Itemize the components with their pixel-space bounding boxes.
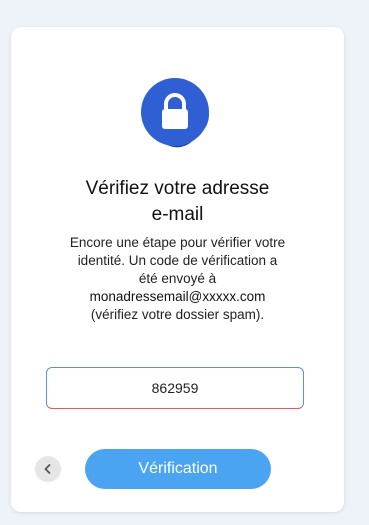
chevron-left-icon bbox=[44, 464, 51, 474]
description-line-3: été envoyé à bbox=[138, 271, 217, 286]
lock-icon bbox=[141, 78, 209, 148]
verification-description: Encore une étape pour vérifier votre ide… bbox=[31, 234, 324, 324]
verification-code-input[interactable] bbox=[46, 367, 304, 409]
description-line-2: identité. Un code de vérification a bbox=[77, 253, 278, 268]
verification-card: Vérifiez votre adresse e-mail Encore une… bbox=[11, 27, 344, 512]
title-line-2: e-mail bbox=[151, 204, 204, 225]
page-title: Vérifiez votre adresse e-mail bbox=[11, 176, 344, 228]
title-line-1: Vérifiez votre adresse bbox=[85, 178, 270, 199]
verify-button[interactable]: Vérification bbox=[85, 449, 271, 489]
description-line-5: (vérifiez votre dossier spam). bbox=[90, 307, 265, 322]
description-line-1: Encore une étape pour vérifier votre bbox=[69, 235, 286, 250]
back-button[interactable] bbox=[35, 456, 61, 482]
email-address: monadressemail@xxxxx.com bbox=[89, 289, 266, 304]
